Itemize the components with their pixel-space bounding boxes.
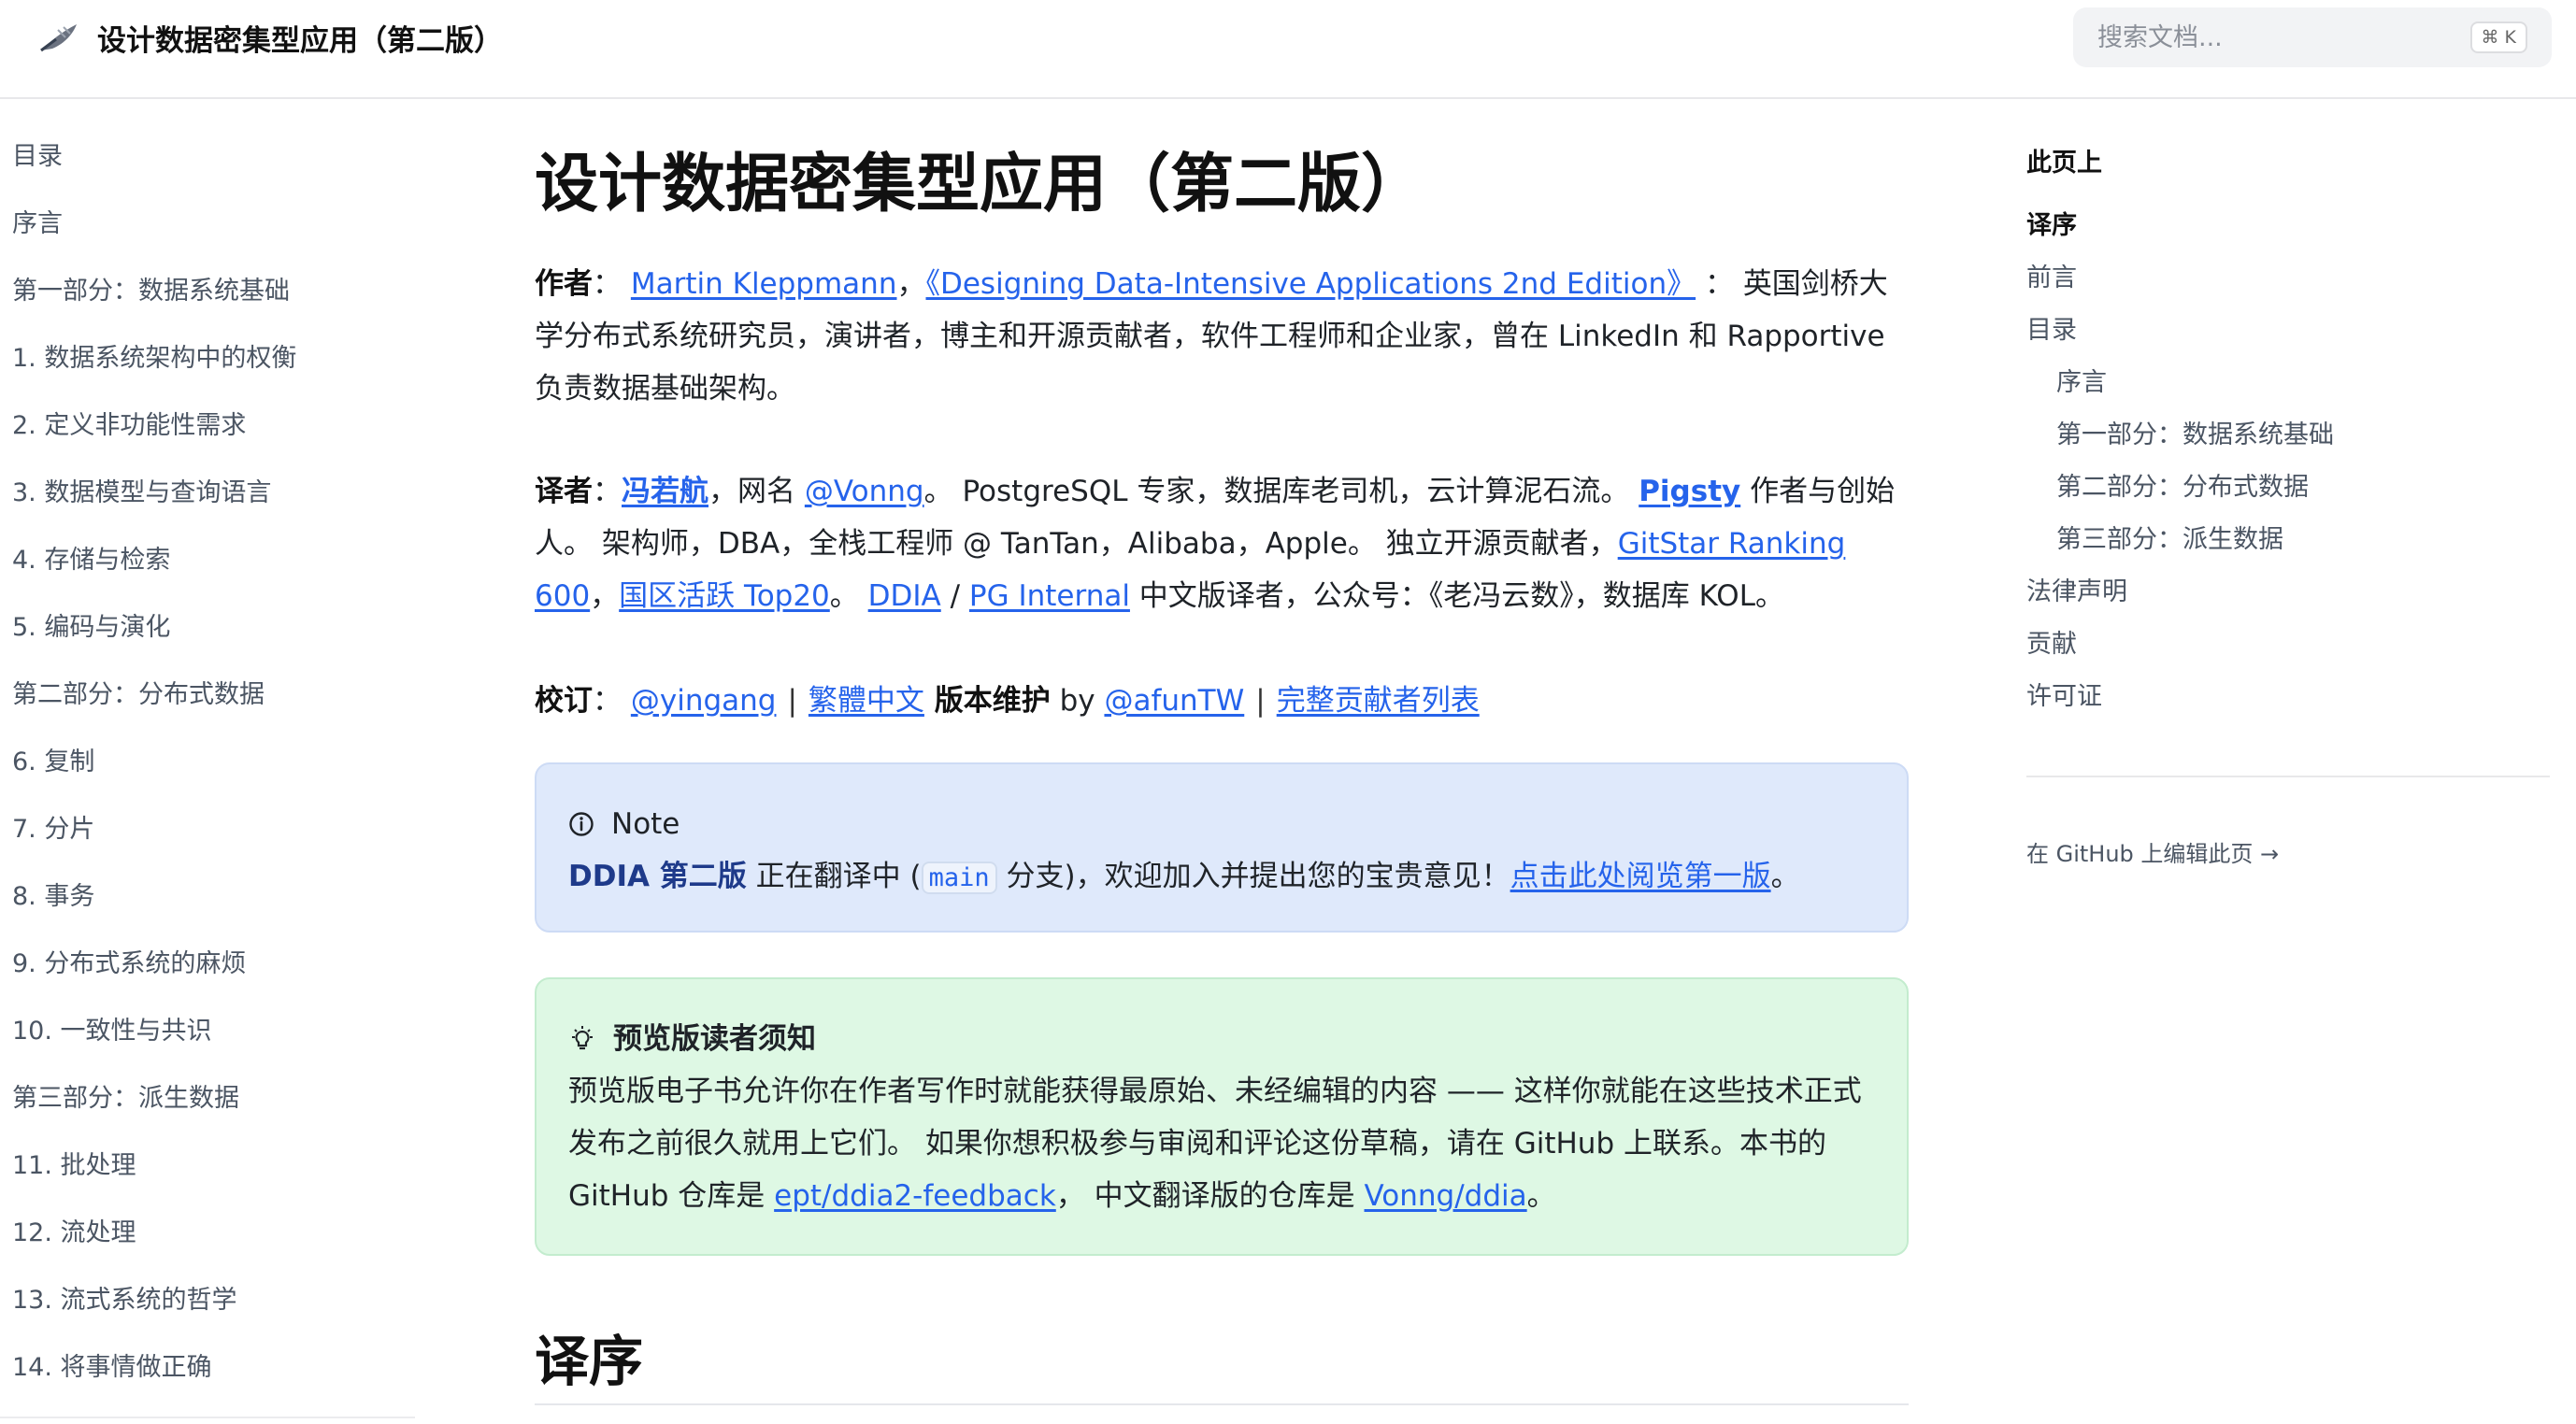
contributors-link[interactable]: 完整贡献者列表 (1277, 684, 1480, 718)
sidebar-item[interactable]: 目录 (12, 138, 63, 176)
toc-item[interactable]: 许可证 (2026, 678, 2102, 716)
sidebar-item[interactable]: 序言 (12, 206, 63, 243)
reviewer-paragraph: 校订： @yingang | 繁體中文 版本维护 by @afunTW | 完整贡献者列… (535, 675, 1909, 727)
note-title: Note (611, 807, 680, 841)
book-link[interactable]: 《Designing Data-Intensive Applications 2… (925, 267, 1696, 301)
traditional-chinese-link[interactable]: 繁體中文 (809, 684, 924, 718)
search-input[interactable] (2097, 22, 2470, 52)
note-bold: DDIA 第二版 (568, 860, 747, 893)
vonng-ddia-repo-link[interactable]: Vonng/ddia (1365, 1179, 1527, 1213)
note-body: DDIA 第二版 正在翻译中 (main 分支)，欢迎加入并提出您的宝贵意见！点… (568, 850, 1875, 904)
sidebar-item[interactable]: 2. 定义非功能性需求 (12, 407, 246, 445)
translator-text: ， (590, 579, 620, 613)
toc-item[interactable]: 序言 (2056, 364, 2107, 402)
tip-text: ， 中文翻译版的仓库是 (1055, 1179, 1365, 1213)
sidebar-item[interactable]: 9. 分布式系统的麻烦 (12, 946, 246, 983)
sidebar-item[interactable]: 11. 批处理 (12, 1147, 136, 1185)
note-header: Note (568, 798, 1875, 850)
author-label: 作者 (535, 267, 593, 301)
author-comma: ， (896, 267, 926, 301)
info-icon (569, 812, 594, 836)
pg-internal-link[interactable]: PG Internal (969, 579, 1130, 613)
toc-item[interactable]: 贡献 (2026, 626, 2077, 663)
main-branch-code[interactable]: main (921, 862, 997, 894)
toc-item[interactable]: 目录 (2026, 312, 2077, 349)
brand[interactable]: 设计数据密集型应用（第二版） (37, 17, 503, 58)
sidebar-item[interactable]: 6. 复制 (12, 744, 94, 781)
sidebar-divider (0, 1417, 415, 1418)
toc-item[interactable]: 译序 (2026, 207, 2077, 245)
tip-header: 预览版读者须知 (568, 1013, 1875, 1065)
top-header: 设计数据密集型应用（第二版） ⌘ K (0, 0, 2576, 99)
reviewer-separator: | (1255, 684, 1266, 718)
by-text: by (1050, 684, 1105, 718)
afuntw-link[interactable]: @afunTW (1104, 684, 1244, 718)
sidebar-item[interactable]: 14. 将事情做正确 (12, 1349, 212, 1387)
tip-text: 。 (1526, 1179, 1556, 1213)
note-text: 。 (1770, 860, 1800, 893)
note-text: 分支)，欢迎加入并提出您的宝贵意见！ (996, 860, 1510, 893)
sidebar-item[interactable]: 5. 编码与演化 (12, 609, 170, 647)
sidebar-item[interactable]: 4. 存储与检索 (12, 542, 170, 579)
pigsty-link[interactable]: Pigsty (1639, 475, 1740, 508)
sidebar-nav: 目录 序言 第一部分：数据系统基础 1. 数据系统架构中的权衡 2. 定义非功能… (0, 99, 421, 1424)
feedback-repo-link[interactable]: ept/ddia2-feedback (774, 1179, 1056, 1213)
toc-item[interactable]: 法律声明 (2026, 574, 2127, 611)
translator-name-link[interactable]: 冯若航 (622, 475, 708, 508)
page-title: 设计数据密集型应用（第二版） (535, 148, 1425, 221)
reviewer-separator: | (787, 684, 797, 718)
toc-item[interactable]: 第一部分：数据系统基础 (2056, 417, 2334, 454)
author-colon: ： (593, 267, 622, 301)
ddia-link[interactable]: DDIA (868, 579, 941, 613)
toc-divider (2026, 776, 2550, 777)
toc-item[interactable]: 第三部分：派生数据 (2056, 521, 2283, 559)
sidebar-item[interactable]: 3. 数据模型与查询语言 (12, 475, 271, 512)
sidebar-item[interactable]: 7. 分片 (12, 811, 94, 848)
note-callout: Note DDIA 第二版 正在翻译中 (main 分支)，欢迎加入并提出您的宝… (535, 762, 1909, 933)
translator-text: ，网名 (708, 475, 805, 508)
yingang-link[interactable]: @yingang (631, 684, 777, 718)
sidebar-item[interactable]: 13. 流式系统的哲学 (12, 1282, 237, 1319)
sidebar-item[interactable]: 1. 数据系统架构中的权衡 (12, 340, 296, 377)
search-box[interactable]: ⌘ K (2073, 7, 2552, 67)
sidebar-item[interactable]: 第三部分：派生数据 (12, 1080, 239, 1118)
sidebar-item[interactable]: 12. 流处理 (12, 1215, 136, 1252)
sidebar-item[interactable]: 8. 事务 (12, 878, 94, 916)
section-divider (535, 1403, 1909, 1405)
translator-slash: / (940, 579, 969, 613)
sidebar-item[interactable]: 第二部分：分布式数据 (12, 676, 265, 714)
translator-text: 。 (829, 579, 868, 613)
sidebar-item[interactable]: 第一部分：数据系统基础 (12, 273, 290, 310)
vonng-link[interactable]: @Vonng (805, 475, 924, 508)
tip-body: 预览版电子书允许你在作者写作时就能获得最原始、未经编辑的内容 —— 这样你就能在… (568, 1065, 1875, 1222)
tip-title: 预览版读者须知 (613, 1022, 816, 1056)
translator-text: 。 PostgreSQL 专家，数据库老司机，云计算泥石流。 (923, 475, 1639, 508)
author-colon-2: ： (1696, 267, 1743, 301)
note-text: 正在翻译中 ( (746, 860, 922, 893)
author-paragraph: 作者： Martin Kleppmann，《Designing Data-Int… (535, 258, 1909, 415)
edit-on-github-link[interactable]: 在 GitHub 上编辑此页 → (2026, 835, 2279, 868)
translator-text: 中文版译者，公众号：《老冯云数》，数据库 KOL。 (1129, 579, 1784, 613)
maintainer-text: 版本维护 (923, 684, 1051, 718)
site-title: 设计数据密集型应用（第二版） (97, 23, 503, 58)
toc-item[interactable]: 第二部分：分布式数据 (2056, 469, 2309, 506)
translator-colon: ： (593, 475, 622, 508)
toc-title: 此页上 (2026, 149, 2102, 178)
author-link[interactable]: Martin Kleppmann (631, 267, 897, 301)
tip-callout: 预览版读者须知 预览版电子书允许你在作者写作时就能获得最原始、未经编辑的内容 —… (535, 977, 1909, 1256)
reviewer-colon: ： (593, 684, 622, 718)
reviewer-label: 校订 (535, 684, 593, 718)
lightbulb-icon (572, 1026, 593, 1050)
toc-item[interactable]: 前言 (2026, 260, 2077, 297)
translator-label: 译者 (535, 475, 593, 508)
section-heading: 译序 (535, 1330, 644, 1393)
sidebar-item[interactable]: 10. 一致性与共识 (12, 1013, 212, 1050)
search-shortcut-badge: ⌘ K (2469, 21, 2527, 53)
feather-logo-icon (40, 24, 77, 52)
translator-paragraph: 译者：冯若航，网名 @Vonng。 PostgreSQL 专家，数据库老司机，云… (535, 465, 1909, 622)
first-edition-link[interactable]: 点击此处阅览第一版 (1510, 860, 1771, 893)
top20-link[interactable]: 国区活跃 Top20 (619, 579, 830, 613)
